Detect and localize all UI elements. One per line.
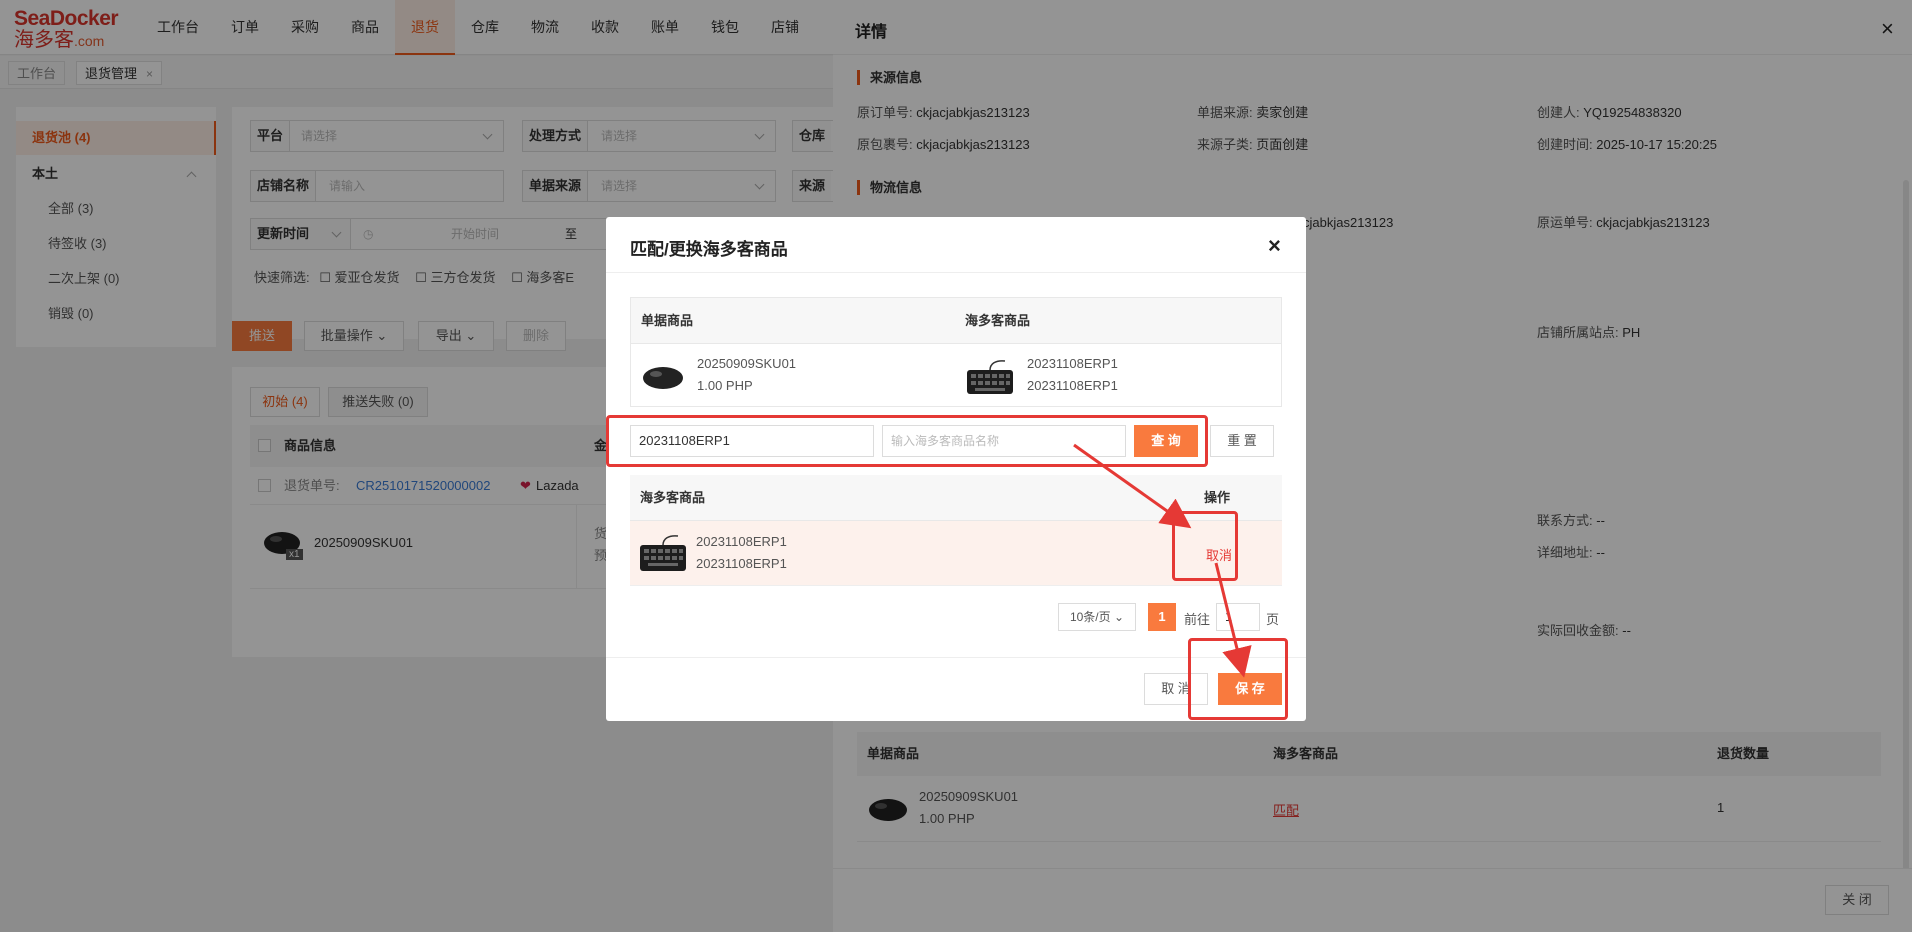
annotation-arrows [1073,443,1252,678]
match-product-modal: 匹配/更换海多客商品 × 单据商品 海多客商品 20250909SKU01 1.… [606,217,1306,721]
